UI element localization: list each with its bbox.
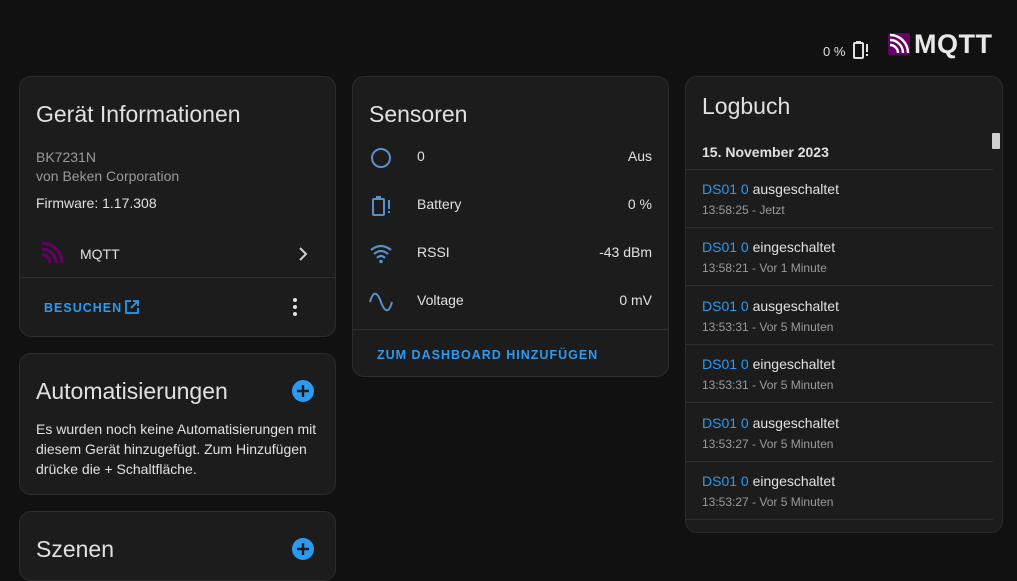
device-model: BK7231N [36,149,96,165]
sensor-row-voltage[interactable]: Voltage 0 mV [353,278,668,326]
log-entity-link[interactable]: DS01 0 [702,415,749,431]
sensor-value: 0 mV [619,292,652,308]
sensor-value: 0 % [627,196,652,212]
device-info-card: Gerät Informationen BK7231N von Beken Co… [19,76,336,337]
add-scene-icon[interactable] [292,538,314,560]
log-time: 13:53:31 - Vor 5 Minuten [702,378,834,392]
logbook-scrollbar[interactable] [992,133,1000,149]
logbook-card: Logbuch 15. November 2023 DS01 0 ausgesc… [685,76,1003,533]
log-entry[interactable]: DS01 0 eingeschaltet 13:53:27 - Vor 5 Mi… [686,462,993,520]
device-card-divider [20,277,335,278]
header-battery-status: 0 % [823,36,869,59]
chevron-right-icon [299,247,308,261]
logbook-date-header: 15. November 2023 [702,144,829,160]
log-entity-link[interactable]: DS01 0 [702,298,749,314]
log-action: eingeschaltet [752,239,836,255]
log-entry[interactable]: DS01 0 ausgeschaltet 13:53:31 - Vor 5 Mi… [686,287,993,345]
log-action: ausgeschaltet [752,181,839,197]
log-separator [686,519,993,520]
sensor-row-0[interactable]: 0 Aus [353,134,668,182]
sensor-row-battery[interactable]: Battery 0 % [353,182,668,230]
circle-outline-icon [371,148,391,168]
integration-label: MQTT [80,246,120,262]
sine-wave-icon [369,292,393,312]
device-info-title: Gerät Informationen [36,101,241,127]
mqtt-wordmark: MQTT [914,28,993,59]
sensor-value: Aus [627,148,652,164]
sensor-label: 0 [417,148,425,164]
integration-row-mqtt[interactable]: MQTT [20,229,335,277]
battery-alert-icon [853,41,869,59]
sensor-value: -43 dBm [599,244,652,260]
mqtt-logo: MQTT [888,28,993,59]
add-to-dashboard-label: ZUM DASHBOARD HINZUFÜGEN [377,348,599,362]
log-time: 13:53:27 - Vor 5 Minuten [702,495,834,509]
sensors-card: Sensoren 0 Aus Battery 0 % RSSI -43 dBm [352,76,669,377]
log-time: 13:58:25 - Jetzt [702,203,785,217]
wifi-icon [370,244,392,264]
header-battery-value: 0 % [823,44,846,59]
sensor-label: Battery [417,196,462,212]
add-automation-icon[interactable] [292,380,314,402]
log-separator [686,285,993,286]
sensors-title: Sensoren [369,101,468,127]
log-time: 13:53:31 - Vor 5 Minuten [702,320,834,334]
sensor-row-rssi[interactable]: RSSI -43 dBm [353,230,668,278]
mqtt-signal-icon [888,33,910,55]
log-time: 13:58:21 - Vor 1 Minute [702,261,827,275]
sensor-label: RSSI [417,244,450,260]
log-entity-link[interactable]: DS01 0 [702,473,749,489]
mqtt-integration-icon [41,241,64,264]
log-entry[interactable]: DS01 0 eingeschaltet 13:53:31 - Vor 5 Mi… [686,345,993,403]
scenes-card: Szenen [19,511,336,581]
logbook-title: Logbuch [702,93,791,119]
sensor-label: Voltage [417,292,464,308]
log-action: ausgeschaltet [752,298,839,314]
device-manufacturer: von Beken Corporation [36,168,180,184]
log-entry[interactable]: DS01 0 ausgeschaltet 13:53:27 - Vor 5 Mi… [686,404,993,462]
open-in-new-icon [125,300,139,314]
log-time: 13:53:27 - Vor 5 Minuten [702,437,834,451]
log-entity-link[interactable]: DS01 0 [702,181,749,197]
log-separator [686,402,993,403]
battery-alert-icon [372,196,390,216]
automations-title: Automatisierungen [36,378,228,404]
automations-card: Automatisierungen Es wurden noch keine A… [19,353,336,495]
log-entry[interactable]: DS01 0 ausgeschaltet 13:58:25 - Jetzt [686,170,993,228]
automations-empty-text: Es wurden noch keine Automatisierungen m… [36,421,317,477]
log-action: eingeschaltet [752,473,836,489]
log-action: ausgeschaltet [752,415,839,431]
visit-button-label: BESUCHEN [44,301,123,315]
log-entity-link[interactable]: DS01 0 [702,356,749,372]
log-entry[interactable]: DS01 0 eingeschaltet 13:58:21 - Vor 1 Mi… [686,228,993,286]
log-action: eingeschaltet [752,356,836,372]
device-firmware: Firmware: 1.17.308 [36,195,157,211]
add-to-dashboard-button[interactable]: ZUM DASHBOARD HINZUFÜGEN [369,340,599,368]
log-entity-link[interactable]: DS01 0 [702,239,749,255]
more-vertical-icon[interactable] [291,297,299,317]
sensors-card-divider [353,329,668,330]
visit-button[interactable]: BESUCHEN [36,291,156,323]
